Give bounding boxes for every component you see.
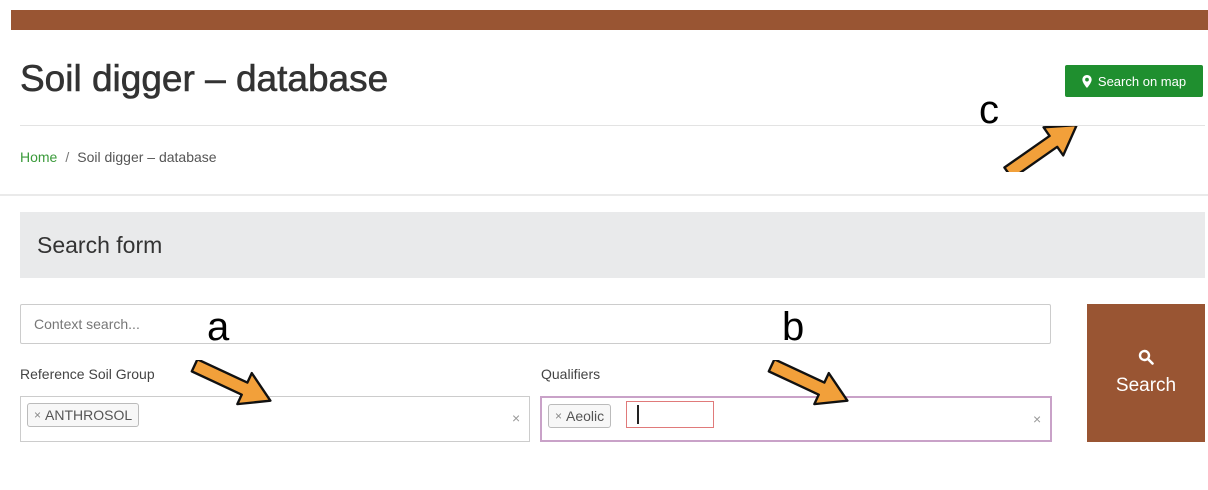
map-marker-icon (1082, 74, 1092, 88)
search-button-label: Search (1115, 375, 1177, 396)
breadcrumb-separator: / (65, 149, 70, 165)
remove-tag-icon[interactable]: × (34, 408, 41, 422)
breadcrumb-current: Soil digger – database (77, 149, 217, 165)
reference-soil-group-label: Reference Soil Group (20, 366, 155, 382)
breadcrumb-divider (0, 194, 1208, 196)
search-form-title: Search form (37, 232, 163, 258)
annotation-label-a: a (207, 305, 230, 349)
clear-selection-icon[interactable]: × (512, 410, 520, 426)
context-search-input[interactable] (20, 304, 1051, 344)
search-on-map-label: Search on map (1097, 73, 1187, 89)
breadcrumb: Home / Soil digger – database (20, 149, 217, 165)
top-brand-bar (11, 10, 1208, 30)
qualifiers-label: Qualifiers (541, 366, 601, 382)
qualifiers-type-field[interactable] (626, 401, 714, 428)
search-on-map-button[interactable]: Search on map (1065, 65, 1203, 97)
annotation-arrow-c (1003, 126, 1078, 172)
text-caret (637, 405, 639, 424)
remove-tag-icon[interactable]: × (555, 409, 562, 423)
annotation-arrow-b (767, 360, 849, 406)
selected-tag-label: Aeolic (566, 408, 605, 424)
page-title: Soil digger – database (20, 58, 389, 100)
breadcrumb-home-link[interactable]: Home (20, 149, 57, 165)
search-icon (1138, 349, 1154, 365)
search-button[interactable]: Search (1087, 304, 1205, 442)
selected-tag-aeolic: × Aeolic (548, 404, 612, 428)
selected-tag-anthrosol: × ANTHROSOL (27, 403, 140, 427)
annotation-arrow-a (190, 360, 272, 406)
annotation-label-b: b (782, 305, 805, 349)
search-form-header: Search form (20, 212, 1205, 278)
selected-tag-label: ANTHROSOL (45, 407, 133, 423)
clear-selection-icon[interactable]: × (1033, 411, 1041, 427)
